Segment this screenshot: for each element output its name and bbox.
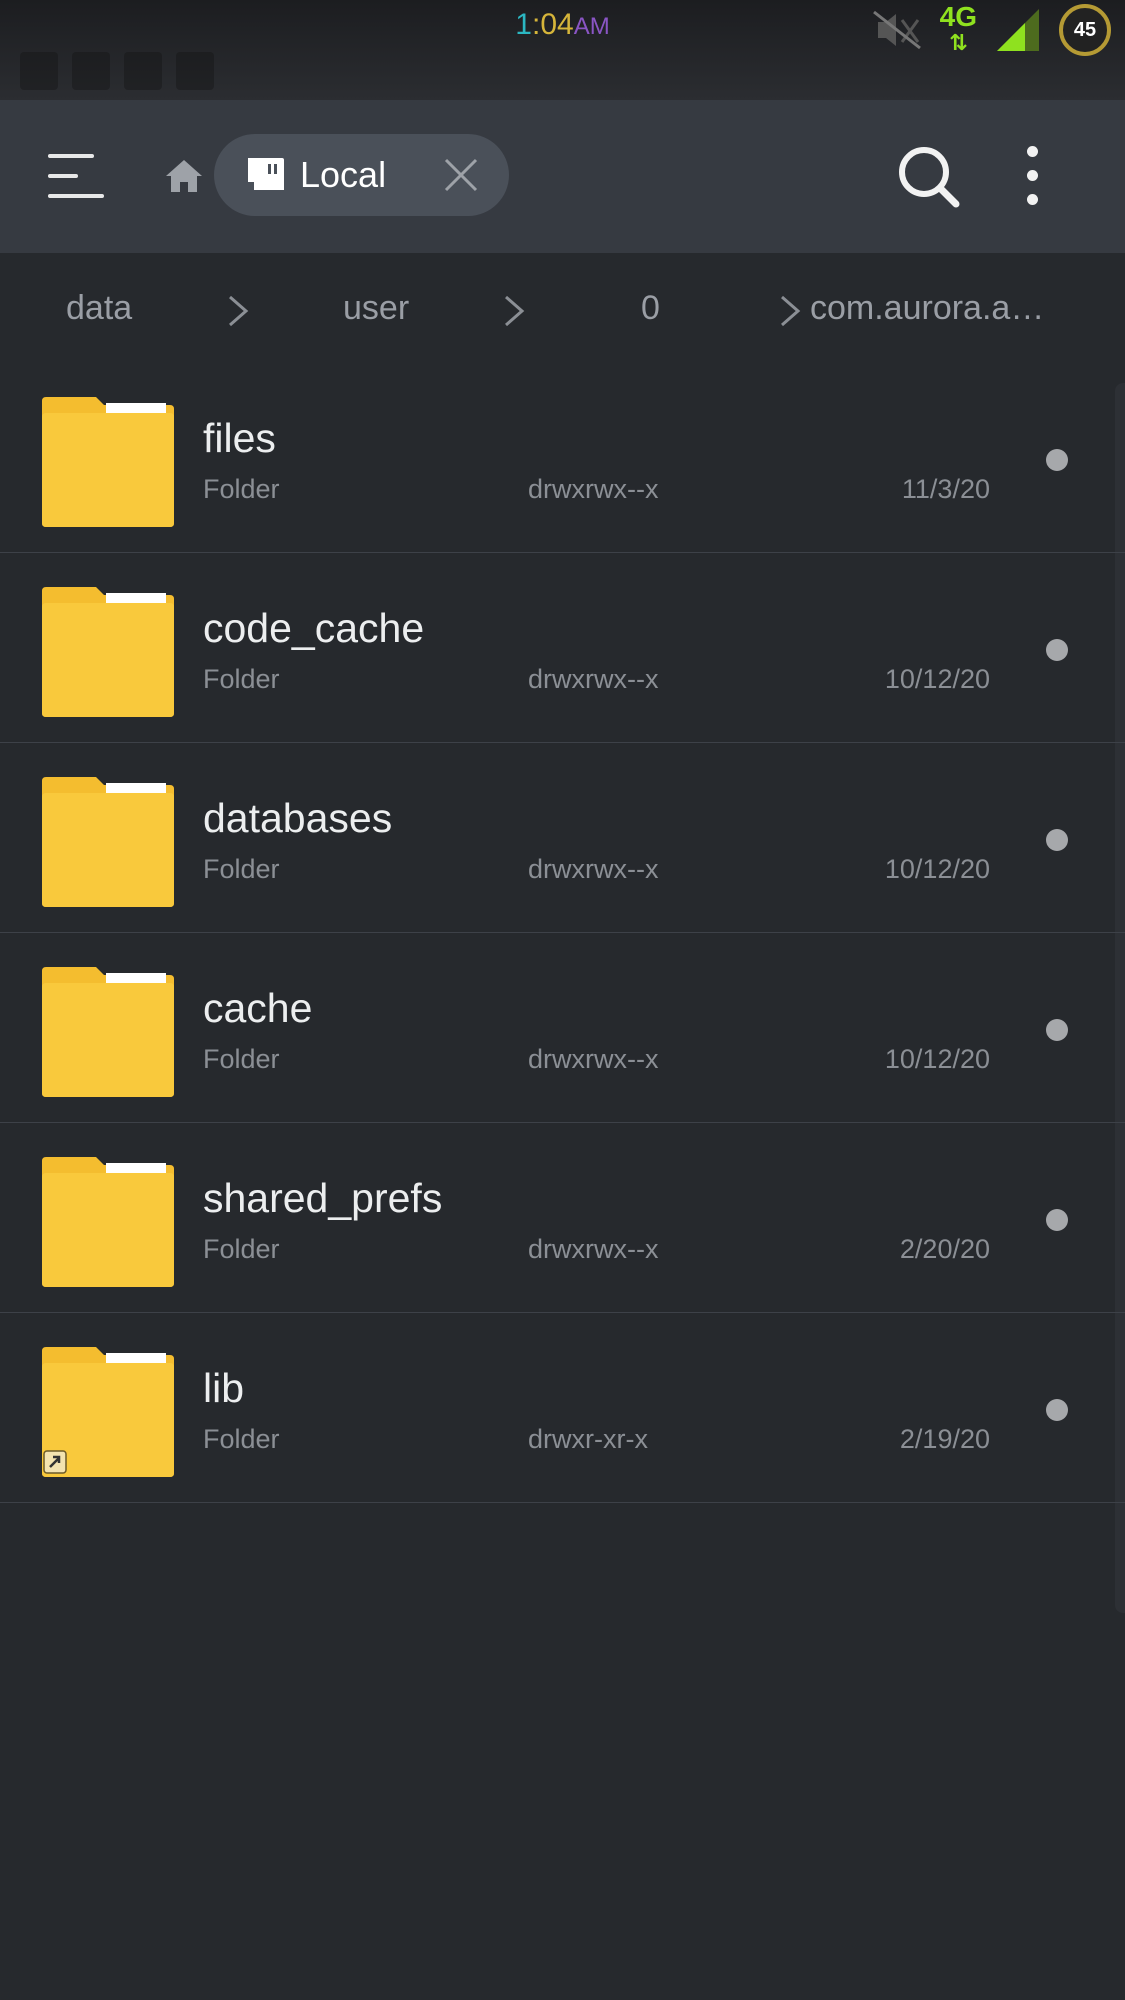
breadcrumb-item-data[interactable]: data: [66, 289, 132, 328]
chevron-right-icon: [229, 295, 249, 327]
folder-icon: [42, 397, 174, 527]
breadcrumb-item-user[interactable]: user: [343, 289, 409, 328]
file-date: 10/12/20: [884, 1044, 990, 1074]
list-item[interactable]: code_cache Folder drwxrwx--x 10/12/20: [0, 553, 1125, 743]
breadcrumb-item-0[interactable]: 0: [641, 289, 660, 328]
search-icon[interactable]: [896, 144, 962, 210]
more-vertical-icon[interactable]: [1018, 144, 1048, 208]
time-hour: 1: [515, 8, 532, 41]
file-type: Folder: [203, 1234, 280, 1264]
file-date: 2/20/20: [899, 1234, 990, 1264]
file-name: files: [203, 415, 276, 461]
list-item[interactable]: cache Folder drwxrwx--x 10/12/20: [0, 933, 1125, 1123]
file-date: 10/12/20: [884, 854, 990, 884]
file-type: Folder: [203, 664, 280, 694]
select-dot-icon[interactable]: [1046, 1019, 1068, 1041]
chevron-right-icon: [781, 295, 801, 327]
time-minutes: :04: [531, 8, 574, 41]
file-date: 2/19/20: [899, 1424, 990, 1454]
time-ampm: AM: [573, 13, 610, 40]
breadcrumb: data user 0 com.aurora.a…: [0, 253, 1125, 363]
tab-local[interactable]: Local: [214, 134, 509, 216]
file-type: Folder: [203, 474, 280, 504]
file-date: 11/3/20: [901, 474, 990, 504]
file-name: cache: [203, 985, 313, 1031]
home-icon[interactable]: [164, 156, 204, 196]
file-permissions: drwxr-xr-x: [528, 1424, 648, 1454]
settings-notification-icon: [176, 52, 214, 90]
file-type: Folder: [203, 1044, 280, 1074]
status-right-icons: 4G ⇅ 45: [872, 0, 1111, 60]
tab-label: Local: [300, 154, 387, 195]
gallery-notification-icon: [20, 52, 58, 90]
network-4g-indicator: 4G ⇅: [939, 1, 977, 56]
folder-icon: [42, 967, 174, 1097]
file-name: lib: [203, 1365, 245, 1411]
folder-icon: [42, 587, 174, 717]
toolbar: Local: [0, 100, 1125, 253]
status-bar: 1:04AM 4G ⇅ 45: [0, 0, 1125, 100]
file-permissions: drwxrwx--x: [528, 1044, 659, 1074]
select-dot-icon[interactable]: [1046, 639, 1068, 661]
folder-notification-icon: [124, 52, 162, 90]
file-permissions: drwxrwx--x: [528, 1234, 659, 1264]
notification-icons: [20, 52, 214, 90]
battery-indicator: 45: [1059, 4, 1111, 56]
select-dot-icon[interactable]: [1046, 829, 1068, 851]
breadcrumb-item-package[interactable]: com.aurora.a…: [810, 289, 1044, 328]
signal-strength-icon: [997, 9, 1039, 51]
close-icon[interactable]: [442, 156, 480, 194]
network-label: 4G: [939, 1, 977, 32]
file-type: Folder: [203, 854, 280, 884]
file-date: 10/12/20: [884, 664, 990, 694]
select-dot-icon[interactable]: [1046, 1209, 1068, 1231]
mute-vibrate-icon: [872, 10, 921, 50]
file-permissions: drwxrwx--x: [528, 664, 659, 694]
data-activity-icon: ⇅: [949, 30, 968, 55]
file-name: databases: [203, 795, 393, 841]
storage-card-icon: [248, 158, 284, 190]
list-item[interactable]: databases Folder drwxrwx--x 10/12/20: [0, 743, 1125, 933]
chevron-right-icon: [505, 295, 525, 327]
folder-icon: [42, 777, 174, 907]
select-dot-icon[interactable]: [1046, 449, 1068, 471]
file-type: Folder: [203, 1424, 280, 1454]
file-name: shared_prefs: [203, 1175, 443, 1221]
hamburger-menu-icon[interactable]: [48, 150, 106, 202]
folder-icon: [42, 1347, 174, 1477]
file-permissions: drwxrwx--x: [528, 854, 659, 884]
list-item[interactable]: lib Folder drwxr-xr-x 2/19/20: [0, 1313, 1125, 1503]
list-item[interactable]: shared_prefs Folder drwxrwx--x 2/20/20: [0, 1123, 1125, 1313]
folder-icon: [42, 1157, 174, 1287]
list-item[interactable]: files Folder drwxrwx--x 11/3/20: [0, 363, 1125, 553]
file-name: code_cache: [203, 605, 425, 651]
globe-notification-icon: [72, 52, 110, 90]
file-permissions: drwxrwx--x: [528, 474, 659, 504]
select-dot-icon[interactable]: [1046, 1399, 1068, 1421]
file-list: files Folder drwxrwx--x 11/3/20 code_cache Fo…: [0, 363, 1125, 1503]
